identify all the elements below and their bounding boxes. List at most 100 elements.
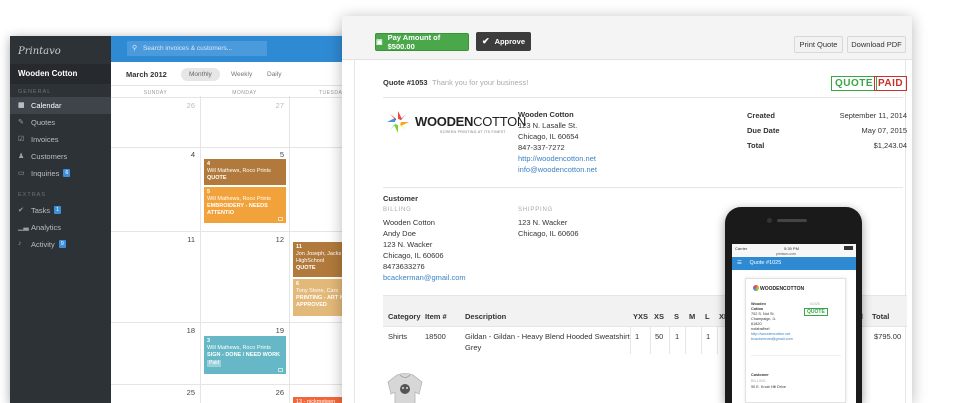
search-placeholder: Search invoices & customers... bbox=[143, 45, 233, 52]
day-number[interactable]: 12 bbox=[264, 235, 284, 244]
grid-line bbox=[111, 384, 370, 385]
calendar-event[interactable]: 5 Will Mathews, Roco Prints EMBROIDERY -… bbox=[204, 187, 286, 223]
day-number[interactable]: 19 bbox=[264, 326, 284, 335]
app-logo[interactable]: Printavo bbox=[18, 46, 61, 57]
col-size-xs: XS bbox=[654, 312, 665, 321]
view-weekly-button[interactable]: Weekly bbox=[223, 68, 260, 81]
sidebar-item-label: Analytics bbox=[31, 223, 62, 232]
day-number[interactable]: 11 bbox=[175, 235, 195, 244]
search-input[interactable]: ⚲ Search invoices & customers... bbox=[127, 41, 267, 56]
sidebar-section-general: GENERAL bbox=[18, 89, 52, 95]
tasks-count-badge: 1 bbox=[54, 206, 62, 214]
phone-website-link[interactable]: http://woodencotton.net bbox=[751, 332, 790, 337]
download-pdf-button[interactable]: Download PDF bbox=[847, 36, 906, 53]
col-size-s: S bbox=[674, 312, 680, 321]
activity-count-badge: 9 bbox=[58, 240, 66, 248]
phone-company-line: Champaign, IL bbox=[751, 317, 776, 321]
phone-quote-stamp: QUOTE bbox=[804, 308, 828, 316]
sidebar: Printavo Wooden Cotton GENERAL ▦ Calenda… bbox=[10, 36, 111, 403]
sidebar-item-invoices[interactable]: ☑ Invoices bbox=[10, 131, 111, 148]
cash-icon: ▣ bbox=[376, 39, 383, 46]
shipping-line: Chicago, IL 60606 bbox=[518, 229, 579, 238]
check-icon: ✔ bbox=[18, 207, 24, 214]
day-number[interactable]: 26 bbox=[175, 101, 195, 110]
sidebar-item-tasks[interactable]: ✔ Tasks 1 bbox=[10, 202, 111, 219]
sidebar-item-inquiries[interactable]: ▭ Inquiries 6 bbox=[10, 165, 111, 182]
bar-chart-icon: ▁▃ bbox=[18, 224, 29, 231]
billing-email-link[interactable]: bcackerman@gmail.com bbox=[383, 273, 466, 282]
edit-icon: ☑ bbox=[18, 136, 25, 143]
day-number[interactable]: 25 bbox=[175, 388, 195, 397]
marketing-composite: Printavo Wooden Cotton GENERAL ▦ Calenda… bbox=[0, 0, 960, 403]
day-number[interactable]: 18 bbox=[175, 326, 195, 335]
billing-line: 8473633276 bbox=[383, 262, 425, 271]
event-number: 13 bbox=[296, 399, 303, 403]
pay-amount-button[interactable]: ▣ Pay Amount of $500.00 bbox=[375, 33, 469, 51]
calendar-event[interactable]: 3 Will Mathews, Roco Prints SIGN - DONE … bbox=[204, 336, 286, 374]
phone-billing-label: BILLING bbox=[751, 379, 766, 383]
phone-email-link[interactable]: bcackerman@gmail.com bbox=[751, 337, 793, 342]
account-name[interactable]: Wooden Cotton bbox=[10, 64, 111, 84]
phone-url[interactable]: printavo.com bbox=[776, 252, 796, 256]
weekday-monday: MONDAY bbox=[232, 90, 257, 96]
sidebar-item-label: Tasks bbox=[31, 206, 51, 215]
company-phone: 847-337-7272 bbox=[518, 143, 565, 152]
phone-company-line: Cotton bbox=[751, 307, 764, 311]
inbox-icon: ▭ bbox=[18, 170, 25, 177]
event-customer: Will Mathews, Roco Prints bbox=[207, 168, 271, 174]
sidebar-item-quotes[interactable]: ✎ Quotes bbox=[10, 114, 111, 131]
billing-line: Chicago, IL 60606 bbox=[383, 251, 444, 260]
sidebar-item-activity[interactable]: ♪ Activity 9 bbox=[10, 236, 111, 253]
sidebar-item-calendar[interactable]: ▦ Calendar bbox=[10, 97, 111, 114]
day-number[interactable]: 4 bbox=[175, 150, 195, 159]
search-icon: ⚲ bbox=[132, 45, 138, 52]
company-logo-mark-icon bbox=[387, 111, 409, 133]
sidebar-item-customers[interactable]: ♟ Customers bbox=[10, 148, 111, 165]
quote-title: Quote #1053 bbox=[383, 78, 428, 87]
shipping-label: SHIPPING bbox=[518, 207, 554, 213]
calendar-month-title: March 2012 bbox=[126, 70, 167, 79]
hamburger-menu-icon[interactable]: ☰ bbox=[737, 260, 742, 266]
grid-line bbox=[200, 96, 201, 403]
inquiries-count-badge: 6 bbox=[63, 169, 71, 177]
phone-mockup: Carrier 5:39 PM printavo.com ☰ Quote #10… bbox=[725, 207, 862, 403]
print-quote-button[interactable]: Print Quote bbox=[794, 36, 843, 53]
divider bbox=[751, 355, 841, 356]
sidebar-item-analytics[interactable]: ▁▃ Analytics bbox=[10, 219, 111, 236]
event-number: 3 bbox=[207, 338, 211, 344]
phone-quote-card: WOODENCOTTON #1025 QUOTE Wooden Cotton 7… bbox=[745, 278, 846, 403]
event-status: EMBROIDERY - NEEDS ATTENTIO bbox=[207, 203, 268, 216]
column-separator bbox=[685, 327, 686, 354]
event-customer: nickmeteen bbox=[307, 399, 336, 403]
row-item-number: 18500 bbox=[425, 332, 446, 341]
phone-time: 5:39 PM bbox=[784, 246, 799, 251]
billing-line: Wooden Cotton bbox=[383, 218, 435, 227]
bell-icon: ♪ bbox=[18, 240, 22, 247]
row-description: Gildan - Gildan - Heavy Blend Hooded Swe… bbox=[465, 332, 630, 341]
calendar-event[interactable]: 4 Will Mathews, Roco Prints QUOTE bbox=[204, 159, 286, 185]
phone-customer-heading: Customer bbox=[751, 373, 769, 377]
day-number[interactable]: 5 bbox=[264, 150, 284, 159]
quote-stamp: QUOTE bbox=[831, 76, 878, 91]
sidebar-item-label: Invoices bbox=[31, 135, 59, 144]
view-monthly-button[interactable]: Monthly bbox=[181, 68, 220, 81]
view-daily-button[interactable]: Daily bbox=[259, 68, 289, 81]
day-number[interactable]: 27 bbox=[264, 101, 284, 110]
grid-line bbox=[289, 96, 290, 403]
approve-button[interactable]: ✔ Approve bbox=[476, 32, 531, 51]
column-separator bbox=[717, 327, 718, 354]
sweatshirt-thumbnail-icon bbox=[387, 373, 423, 403]
company-street: 123 N. Lasalle St. bbox=[518, 121, 578, 130]
phone-screen: Carrier 5:39 PM printavo.com ☰ Quote #10… bbox=[732, 244, 856, 403]
company-website-link[interactable]: http://woodencotton.net bbox=[518, 154, 596, 163]
paid-stamp: PAID bbox=[874, 76, 908, 91]
company-email-link[interactable]: info@woodencotton.net bbox=[518, 165, 597, 174]
column-separator bbox=[630, 327, 631, 354]
billing-label: BILLING bbox=[383, 207, 412, 213]
phone-logo-text: WOODENCOTTON bbox=[760, 286, 805, 292]
shipping-line: 123 N. Wacker bbox=[518, 218, 568, 227]
sidebar-section-extras: EXTRAS bbox=[18, 192, 47, 198]
company-city: Chicago, IL 60654 bbox=[518, 132, 579, 141]
day-number[interactable]: 26 bbox=[264, 388, 284, 397]
calendar-header: March 2012 Monthly Weekly Daily bbox=[111, 62, 370, 86]
